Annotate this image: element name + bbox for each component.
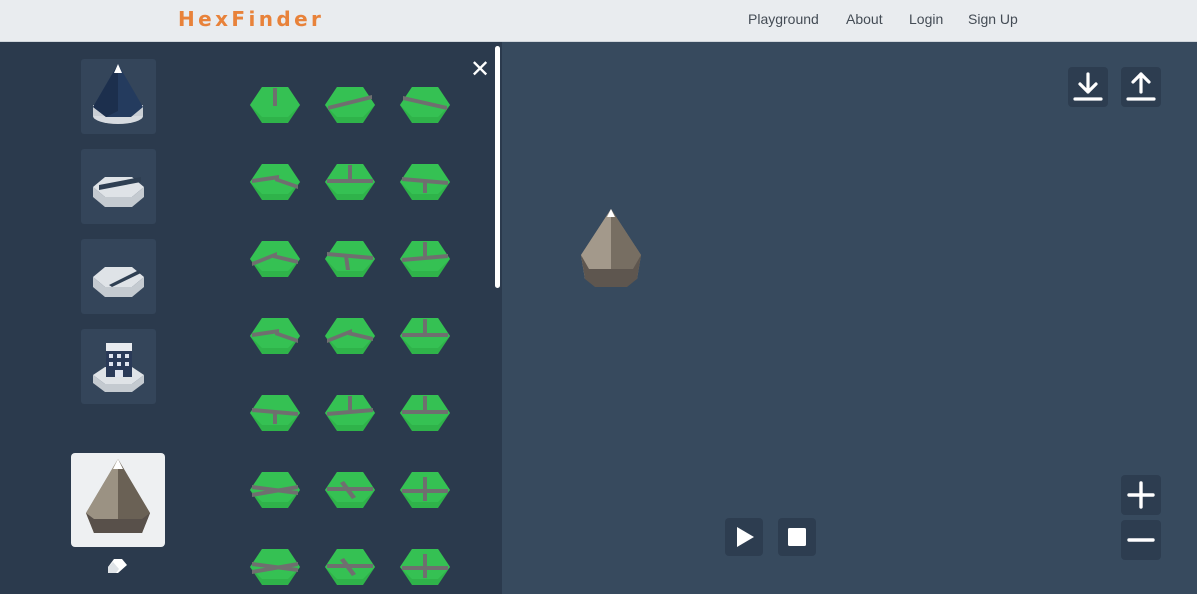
road-tile-junction-button[interactable]	[399, 394, 451, 432]
road-tile-curve-button[interactable]	[324, 317, 376, 355]
road-tile-icon	[250, 164, 300, 200]
road-tile-icon	[400, 318, 450, 354]
tile-palette-panel: ✕	[0, 42, 502, 594]
play-button[interactable]	[725, 518, 763, 556]
building-icon	[93, 343, 144, 392]
nav-playground[interactable]: Playground	[748, 11, 819, 27]
zoom-out-button[interactable]	[1121, 520, 1161, 560]
road-tile-straight-button[interactable]	[249, 86, 301, 124]
road-tile-icon	[325, 395, 375, 431]
road-tile-icon	[325, 87, 375, 123]
close-icon: ✕	[470, 55, 491, 83]
road-tile-icon	[400, 395, 450, 431]
road-tile-junction-button[interactable]	[249, 394, 301, 432]
road-tile-cross-button[interactable]	[249, 471, 301, 509]
selected-tile-preview[interactable]	[71, 453, 165, 547]
road-tile-junction-button[interactable]	[399, 240, 451, 278]
road-tile-icon	[325, 164, 375, 200]
download-icon	[1073, 72, 1103, 101]
road-tile-cross-button[interactable]	[324, 471, 376, 509]
road-tile-cross-button[interactable]	[399, 548, 451, 586]
nav-about[interactable]: About	[846, 11, 883, 27]
road-tile-junction-button[interactable]	[324, 163, 376, 201]
stop-button[interactable]	[778, 518, 816, 556]
road-tile-icon	[250, 241, 300, 277]
road-tile-icon	[325, 318, 375, 354]
eraser-icon	[108, 559, 127, 573]
road-diagonal-icon	[93, 267, 144, 297]
close-panel-button[interactable]: ✕	[470, 57, 490, 81]
road-tile-icon	[400, 549, 450, 585]
road-tile-icon	[250, 395, 300, 431]
plus-icon	[1127, 481, 1155, 509]
road-tile-curve-button[interactable]	[249, 317, 301, 355]
road-tile-straight-button[interactable]	[324, 86, 376, 124]
mountain-icon	[86, 459, 150, 533]
eraser-button[interactable]	[105, 557, 130, 580]
stop-icon	[788, 528, 806, 546]
category-building-button[interactable]	[81, 329, 156, 404]
road-tile-cross-button[interactable]	[249, 548, 301, 586]
top-navbar: HexFinder Playground About Login Sign Up	[0, 0, 1197, 42]
road-tile-icon	[400, 241, 450, 277]
nav-login[interactable]: Login	[909, 11, 943, 27]
road-tile-cross-button[interactable]	[399, 471, 451, 509]
road-tile-icon	[400, 87, 450, 123]
placed-mountain-tile[interactable]	[577, 207, 645, 292]
road-tile-icon	[400, 472, 450, 508]
nav-signup[interactable]: Sign Up	[968, 11, 1018, 27]
road-tile-curve-button[interactable]	[324, 240, 376, 278]
road-tile-cross-button[interactable]	[324, 548, 376, 586]
road-tile-icon	[325, 472, 375, 508]
upload-button[interactable]	[1121, 67, 1161, 107]
road-tile-curve-button[interactable]	[249, 240, 301, 278]
road-tile-icon	[250, 87, 300, 123]
road-tile-junction-button[interactable]	[324, 394, 376, 432]
road-tile-icon	[250, 318, 300, 354]
play-icon	[737, 527, 754, 547]
zoom-in-button[interactable]	[1121, 475, 1161, 515]
palette-scrollbar[interactable]	[495, 46, 500, 288]
brand-logo[interactable]: HexFinder	[178, 7, 324, 31]
mountain-icon	[93, 64, 143, 124]
road-tile-icon	[400, 164, 450, 200]
category-road-diagonal-button[interactable]	[81, 239, 156, 314]
road-tile-junction-button[interactable]	[399, 163, 451, 201]
road-tile-icon	[250, 472, 300, 508]
road-tile-icon	[250, 549, 300, 585]
road-tile-straight-button[interactable]	[399, 86, 451, 124]
minus-icon	[1127, 538, 1155, 542]
category-road-straight-button[interactable]	[81, 149, 156, 224]
road-tile-icon	[325, 241, 375, 277]
road-tile-icon	[325, 549, 375, 585]
category-mountain-button[interactable]	[81, 59, 156, 134]
road-tile-curve-button[interactable]	[249, 163, 301, 201]
upload-icon	[1126, 72, 1156, 101]
road-tile-junction-button[interactable]	[399, 317, 451, 355]
playground-canvas[interactable]	[502, 42, 1197, 594]
download-button[interactable]	[1068, 67, 1108, 107]
road-straight-icon	[93, 177, 144, 207]
